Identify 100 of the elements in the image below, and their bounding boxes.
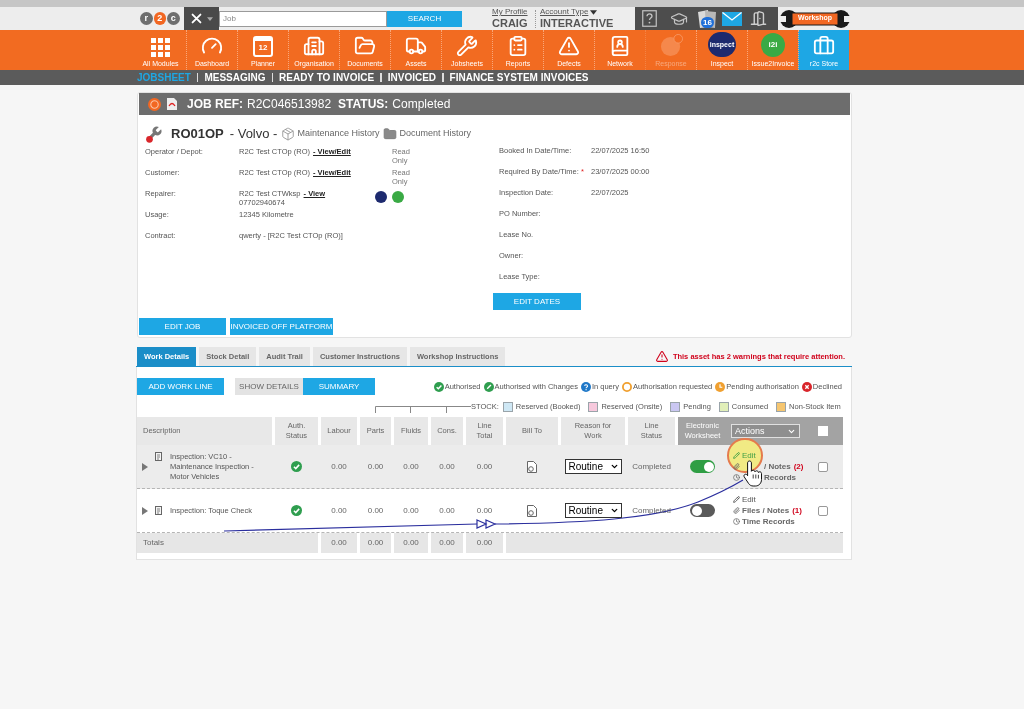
warning-icon xyxy=(654,350,669,363)
circle-icon xyxy=(659,34,683,57)
job-ref-label: JOB REF: xyxy=(187,98,243,110)
question-circle-icon xyxy=(580,381,591,392)
row-checkbox[interactable] xyxy=(818,461,828,472)
time-records-link[interactable]: Time Records xyxy=(733,516,803,527)
expand-icon xyxy=(142,462,148,471)
toggle-switch[interactable] xyxy=(690,504,715,517)
totals-label: Totals xyxy=(137,533,318,553)
files-notes-link[interactable]: / Notes (2) xyxy=(733,461,803,472)
job-status: Completed xyxy=(392,98,451,110)
check-circle-icon xyxy=(291,505,302,516)
circle-logo: i2i xyxy=(761,33,785,57)
sub-nav-link[interactable]: MESSAGING xyxy=(204,72,266,83)
toggle-switch[interactable] xyxy=(690,460,715,473)
vehicle-registration: RO01OP xyxy=(171,125,224,144)
labour-amount: 0.00 xyxy=(331,460,347,473)
search-button[interactable]: SEARCH xyxy=(387,10,462,27)
line-total: 0.00 xyxy=(476,504,493,517)
total-amount: 0.00 xyxy=(466,533,503,553)
my-profile-link[interactable]: My Profile xyxy=(492,8,535,16)
document-icon xyxy=(155,452,162,461)
view-toggle-button[interactable]: SUMMARY xyxy=(303,378,375,395)
line-total: 0.00 xyxy=(476,460,493,473)
consumables-amount: 0.00 xyxy=(439,460,455,473)
total-amount: 0.00 xyxy=(321,533,357,553)
account-type-link[interactable]: Account Type xyxy=(540,8,589,16)
building-icon xyxy=(303,35,325,57)
caret-down-icon xyxy=(590,9,598,15)
sub-nav-link[interactable]: READY TO INVOICE xyxy=(279,72,375,83)
caret-down-icon xyxy=(206,16,213,21)
contacts-book-icon xyxy=(609,35,631,57)
edit-dates-button[interactable]: EDIT DATES xyxy=(493,293,581,310)
chevron-down-icon xyxy=(609,462,619,471)
user-name: CRAIG xyxy=(492,18,529,29)
labour-amount: 0.00 xyxy=(331,504,347,517)
job-ref: R2C046513982 xyxy=(247,98,332,110)
chevron-down-icon xyxy=(609,506,619,515)
time-records-link[interactable]: Records xyxy=(733,472,803,483)
ring-icon xyxy=(622,381,633,392)
select-all-checkbox[interactable] xyxy=(818,426,828,436)
job-action-button[interactable]: INVOICED OFF PLATFORM xyxy=(230,318,333,335)
paperclip-icon xyxy=(733,463,740,470)
folder-icon xyxy=(383,127,398,141)
sub-nav-link[interactable]: JOBSHEET xyxy=(137,72,191,83)
check-circle-icon xyxy=(291,461,302,472)
status-label: STATUS: xyxy=(338,98,389,110)
logo-letter: r xyxy=(140,12,153,25)
row-checkbox[interactable] xyxy=(818,505,828,516)
total-amount: 0.00 xyxy=(431,533,463,553)
tools-menu-button[interactable] xyxy=(184,7,219,30)
grid-icon xyxy=(151,38,170,57)
tools-icon xyxy=(190,13,202,24)
sub-nav-link[interactable]: FINANCE SYSTEM INVOICES xyxy=(449,72,589,83)
bill-document-icon xyxy=(527,460,537,473)
parts-amount: 0.00 xyxy=(367,504,384,517)
pencil-icon xyxy=(733,496,740,503)
parts-amount: 0.00 xyxy=(367,460,384,473)
calendar-icon: 12 xyxy=(253,36,273,57)
badge-icon xyxy=(148,97,161,111)
clock-icon xyxy=(733,474,740,481)
truck-icon xyxy=(405,35,427,57)
briefcase-icon xyxy=(813,35,835,57)
job-action-button[interactable]: EDIT JOB xyxy=(139,318,226,335)
door-icon xyxy=(750,10,767,27)
paperclip-icon xyxy=(733,507,740,514)
line-status: Completed xyxy=(632,460,671,473)
total-amount: 0.00 xyxy=(360,533,391,553)
clock-icon xyxy=(715,381,726,392)
app-badge-icon xyxy=(392,191,404,203)
history-link[interactable]: Maintenance History xyxy=(281,127,380,141)
folder-icon xyxy=(354,35,376,57)
wrench-icon xyxy=(145,125,163,143)
clipboard-icon xyxy=(507,35,529,57)
reason-select[interactable]: Routine xyxy=(564,459,622,474)
expand-icon xyxy=(142,506,148,515)
pencil-icon xyxy=(733,452,740,459)
actions-select[interactable]: Actions xyxy=(731,424,800,438)
add-work-line-button[interactable]: ADD WORK LINE xyxy=(137,378,224,395)
bill-document-icon xyxy=(527,504,537,517)
file-icon xyxy=(167,98,177,110)
history-link[interactable]: Document History xyxy=(383,127,471,141)
reason-select[interactable]: Routine xyxy=(564,503,622,518)
total-amount: 0.00 xyxy=(394,533,428,553)
edit-link[interactable]: Edit xyxy=(733,450,803,461)
clock-icon xyxy=(733,518,740,525)
check-circle-icon xyxy=(433,381,444,392)
pencil-circle-icon xyxy=(483,381,494,392)
mail-icon xyxy=(722,11,742,26)
x-circle-icon xyxy=(801,381,812,392)
consumables-amount: 0.00 xyxy=(439,504,455,517)
files-notes-link[interactable]: Files / Notes (1) xyxy=(733,505,803,516)
search-field[interactable]: Job xyxy=(219,10,387,27)
line-status: Completed xyxy=(632,504,671,517)
logo-letter: c xyxy=(167,12,180,25)
view-toggle-button[interactable]: SHOW DETAILS xyxy=(235,378,303,395)
sub-nav-link[interactable]: INVOICED xyxy=(387,72,437,83)
logo-letter: 2 xyxy=(153,12,166,25)
notification-count: 16 xyxy=(701,16,714,28)
edit-link[interactable]: Edit xyxy=(733,494,803,505)
